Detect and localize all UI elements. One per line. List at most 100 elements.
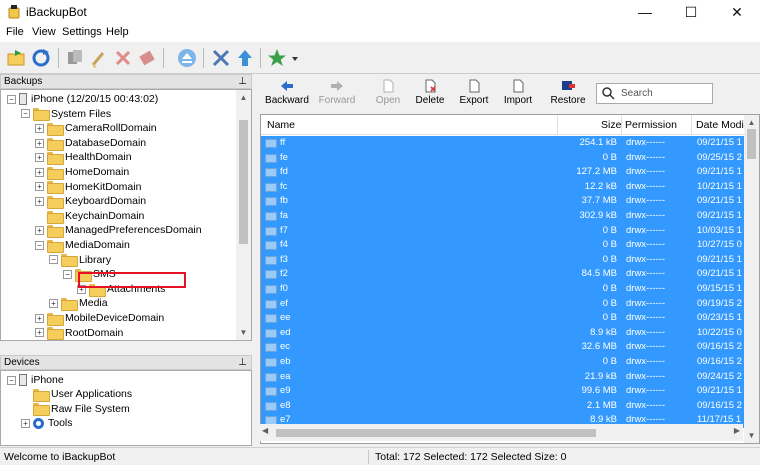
column-permission[interactable]: Permission xyxy=(625,119,677,131)
tree-item[interactable]: + DatabaseDomain xyxy=(35,136,146,151)
tree-item[interactable]: + MobileDeviceDomain xyxy=(35,311,164,326)
table-row[interactable]: f2 84.5 MB drwx------ 09/21/15 1 xyxy=(261,267,744,282)
refresh-icon[interactable] xyxy=(30,47,52,69)
expand-icon[interactable]: + xyxy=(49,299,58,309)
expand-icon[interactable]: + xyxy=(35,196,44,206)
table-row[interactable]: f4 0 B drwx------ 10/27/15 0 xyxy=(261,238,744,253)
tree-item[interactable]: + HomeKitDomain xyxy=(35,180,141,195)
tree-item[interactable]: + HomeDomain xyxy=(35,165,129,180)
scroll-left-icon[interactable]: ◀ xyxy=(262,426,268,435)
collapse-icon[interactable]: − xyxy=(35,240,44,250)
file-list-horizontal-scrollbar[interactable]: ◀ ▶ xyxy=(260,424,743,441)
delete-button[interactable]: Delete xyxy=(410,77,450,111)
backward-button[interactable]: Backward xyxy=(262,77,312,111)
close-button[interactable]: ✕ xyxy=(714,0,760,24)
restore-button[interactable]: Restore xyxy=(548,77,588,111)
column-divider[interactable] xyxy=(557,115,558,135)
table-row[interactable]: ee 0 B drwx------ 09/23/15 1 xyxy=(261,311,744,326)
column-size[interactable]: Size xyxy=(601,119,621,131)
scroll-right-icon[interactable]: ▶ xyxy=(734,426,740,435)
scroll-thumb[interactable] xyxy=(747,129,756,159)
copy-icon[interactable] xyxy=(64,47,86,69)
expand-icon[interactable]: + xyxy=(35,313,44,323)
collapse-icon[interactable]: − xyxy=(7,375,16,385)
table-row[interactable]: f3 0 B drwx------ 09/21/15 1 xyxy=(261,252,744,268)
column-date-modified[interactable]: Date Modi xyxy=(696,119,744,131)
table-row[interactable]: ed 8.9 kB drwx------ 10/22/15 0 xyxy=(261,325,744,341)
search-box[interactable]: Search xyxy=(596,83,713,104)
tree-item[interactable]: KeychainDomain xyxy=(35,209,144,224)
column-name[interactable]: Name xyxy=(267,119,295,131)
tree-item[interactable]: − MediaDomain xyxy=(35,238,130,253)
tree-item[interactable]: + CameraRollDomain xyxy=(35,121,157,136)
expand-icon[interactable]: + xyxy=(35,167,44,177)
table-row[interactable]: fa 302.9 kB drwx------ 09/21/15 1 xyxy=(261,209,744,224)
tree-item[interactable]: + ManagedPreferencesDomain xyxy=(35,223,202,239)
expand-icon[interactable]: + xyxy=(35,123,44,133)
tree-item[interactable]: + RootDomain xyxy=(35,326,123,340)
expand-icon[interactable]: + xyxy=(35,153,44,163)
menu-file[interactable]: File xyxy=(6,26,24,38)
pin-icon[interactable]: ⊥ xyxy=(238,75,247,88)
devices-tree[interactable]: − iPhone User Applications Raw File System +… xyxy=(0,370,252,446)
table-row[interactable]: ff 254.1 kB drwx------ 09/21/15 1 xyxy=(261,136,744,151)
tree-item[interactable]: + Tools xyxy=(21,416,73,430)
menu-view[interactable]: View xyxy=(32,26,56,38)
eject-icon[interactable] xyxy=(176,47,198,69)
export-button[interactable]: Export xyxy=(454,77,494,111)
expand-icon[interactable]: + xyxy=(35,226,44,236)
import-button[interactable]: Import xyxy=(496,77,540,111)
backups-vertical-scrollbar[interactable]: ▲ ▼ xyxy=(236,90,251,340)
backups-tree[interactable]: ▲ ▼ − iPhone (12/20/15 00:43:02) − System F… xyxy=(0,89,252,341)
table-row[interactable]: f0 0 B drwx------ 09/15/15 1 xyxy=(261,282,744,297)
expand-icon[interactable]: + xyxy=(35,138,44,148)
collapse-icon[interactable]: − xyxy=(49,255,58,265)
table-row[interactable]: ea 21.9 kB drwx------ 09/24/15 2 xyxy=(261,369,744,385)
collapse-icon[interactable]: − xyxy=(63,269,72,279)
tree-item[interactable]: − System Files xyxy=(21,107,111,122)
tree-item[interactable]: + KeyboardDomain xyxy=(35,194,146,209)
scroll-up-icon[interactable]: ▲ xyxy=(744,115,759,130)
tree-item[interactable]: − iPhone xyxy=(7,373,64,387)
tree-item[interactable]: − Library xyxy=(49,253,111,268)
table-row[interactable]: ef 0 B drwx------ 09/19/15 2 xyxy=(261,296,744,312)
scroll-thumb[interactable] xyxy=(239,120,248,244)
column-divider[interactable] xyxy=(691,115,692,135)
tree-item[interactable]: + Media xyxy=(49,296,108,312)
tree-item[interactable]: +SystemPreferencesDomain xyxy=(35,340,193,341)
file-list-vertical-scrollbar[interactable]: ▲ ▼ xyxy=(744,115,759,443)
menu-help[interactable]: Help xyxy=(106,26,129,38)
tree-item[interactable]: Raw File System xyxy=(21,402,130,417)
table-row[interactable]: fe 0 B drwx------ 09/25/15 2 xyxy=(261,150,744,166)
expand-icon[interactable]: + xyxy=(35,328,44,338)
table-row[interactable]: e8 2.1 MB drwx------ 09/16/15 2 xyxy=(261,398,744,414)
collapse-icon[interactable]: − xyxy=(7,94,16,104)
tree-item[interactable]: User Applications xyxy=(21,387,132,403)
maximize-button[interactable]: ☐ xyxy=(668,0,714,24)
tree-item[interactable]: + HealthDomain xyxy=(35,150,132,166)
table-row[interactable]: f7 0 B drwx------ 10/03/15 1 xyxy=(261,223,744,239)
pin-icon[interactable]: ⊥ xyxy=(238,356,247,369)
star-icon[interactable] xyxy=(266,47,288,69)
menu-settings[interactable]: Settings xyxy=(62,26,102,38)
table-row[interactable]: fc 12.2 kB drwx------ 10/21/15 1 xyxy=(261,179,744,195)
table-row[interactable]: eb 0 B drwx------ 09/16/15 2 xyxy=(261,355,744,370)
scroll-thumb[interactable] xyxy=(276,429,596,437)
scroll-up-icon[interactable]: ▲ xyxy=(236,90,251,105)
open-folder-icon[interactable] xyxy=(6,47,28,69)
open-button[interactable]: Open xyxy=(368,77,408,111)
expand-icon[interactable]: + xyxy=(21,418,30,428)
scroll-down-icon[interactable]: ▼ xyxy=(744,428,759,443)
dropdown-arrow-icon[interactable] xyxy=(290,47,300,69)
table-row[interactable]: e9 99.6 MB drwx------ 09/21/15 1 xyxy=(261,384,744,399)
eraser-icon[interactable] xyxy=(136,47,158,69)
scroll-down-icon[interactable]: ▼ xyxy=(236,325,251,340)
collapse-icon[interactable]: − xyxy=(21,109,30,119)
tree-item[interactable]: − iPhone (12/20/15 00:43:02) xyxy=(7,92,158,106)
column-divider[interactable] xyxy=(621,115,622,135)
upload-arrow-icon[interactable] xyxy=(234,47,256,69)
broom-icon[interactable] xyxy=(88,47,110,69)
table-row[interactable]: ec 32.6 MB drwx------ 09/16/15 2 xyxy=(261,340,744,355)
forward-button[interactable]: Forward xyxy=(312,77,362,111)
expand-icon[interactable]: + xyxy=(35,182,44,192)
